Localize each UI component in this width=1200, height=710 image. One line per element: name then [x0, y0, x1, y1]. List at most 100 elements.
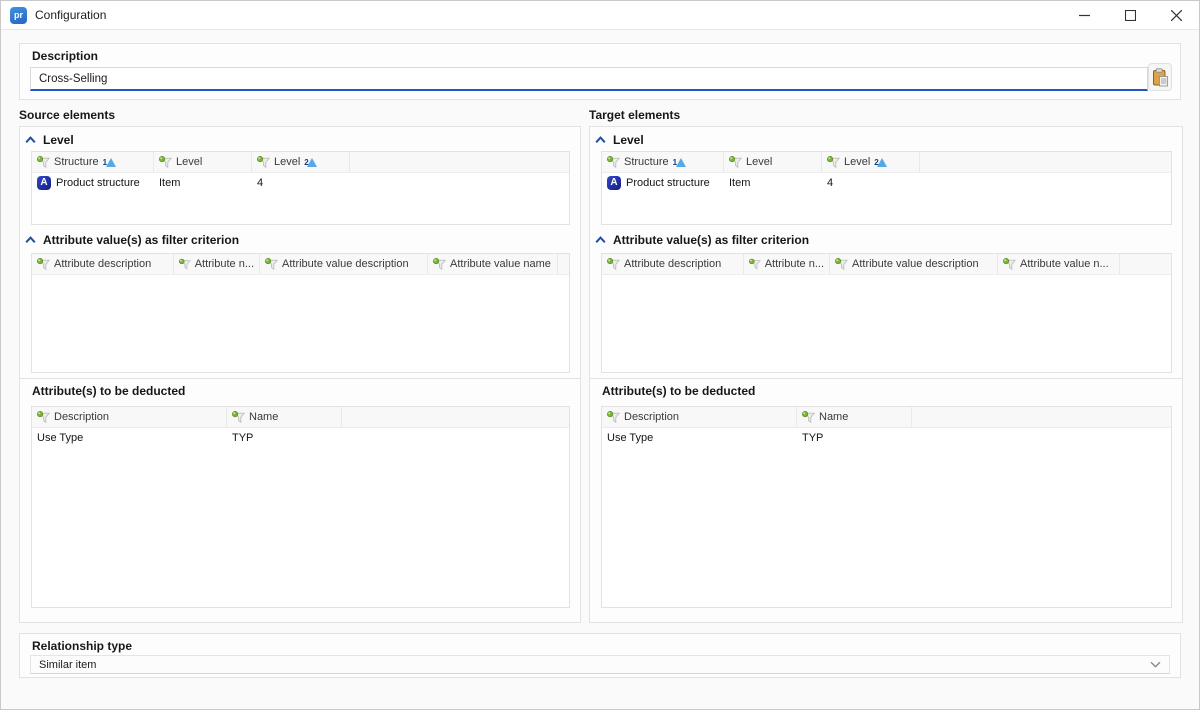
table-row[interactable]: Use Type TYP — [602, 428, 1171, 447]
column-header-level-number[interactable]: Level 2 — [822, 152, 920, 172]
source-deducted-table: Description Name Use Type TYP — [31, 406, 570, 608]
clipboard-paste-icon — [1152, 68, 1169, 87]
table-header-row: Structure 1 Level Level 2 — [602, 152, 1171, 173]
description-group: Description — [19, 43, 1181, 100]
target-deducted-label: Attribute(s) to be deducted — [602, 384, 755, 398]
column-header-label: Level — [746, 156, 772, 168]
column-header-level[interactable]: Level — [724, 152, 822, 172]
sort-ascending-icon: 2 — [877, 158, 887, 167]
source-filter-section-header[interactable]: Attribute value(s) as filter criterion — [25, 233, 239, 247]
cell-structure: Product structure — [626, 177, 710, 189]
column-header-description[interactable]: Description — [32, 407, 227, 427]
column-header-attribute-description[interactable]: Attribute description — [602, 254, 744, 274]
filter-funnel-icon[interactable] — [433, 258, 446, 271]
section-separator — [20, 378, 580, 379]
relationship-type-select[interactable]: Similar item — [30, 655, 1170, 674]
maximize-button[interactable] — [1107, 1, 1153, 29]
column-header-label: Attribute n... — [765, 258, 824, 270]
chevron-down-icon — [1150, 661, 1161, 668]
table-header-row: Attribute description Attribute n... Att… — [602, 254, 1171, 275]
source-filter-table: Attribute description Attribute n... Att… — [31, 253, 570, 373]
target-deducted-table: Description Name Use Type TYP — [601, 406, 1172, 608]
sort-ascending-icon: 1 — [106, 158, 116, 167]
column-header-structure[interactable]: Structure 1 — [602, 152, 724, 172]
filter-funnel-icon[interactable] — [232, 411, 245, 424]
filter-funnel-icon[interactable] — [729, 156, 742, 169]
column-header-filler — [342, 407, 569, 427]
filter-funnel-icon[interactable] — [37, 258, 50, 271]
column-header-filler — [1120, 254, 1171, 274]
column-header-level[interactable]: Level — [154, 152, 252, 172]
column-header-filler — [350, 152, 569, 172]
sort-ascending-icon: 2 — [307, 158, 317, 167]
filter-funnel-icon[interactable] — [835, 258, 848, 271]
source-elements-label: Source elements — [19, 108, 115, 122]
paste-button[interactable] — [1148, 63, 1172, 91]
filter-funnel-icon[interactable] — [179, 258, 191, 271]
column-header-label: Description — [624, 411, 679, 423]
column-header-filler — [558, 254, 569, 274]
column-header-filler — [920, 152, 1171, 172]
table-row[interactable]: AProduct structure Item 4 — [602, 173, 1171, 192]
minimize-button[interactable] — [1061, 1, 1107, 29]
column-header-label: Structure — [54, 156, 99, 168]
section-title: Level — [43, 133, 74, 147]
cell-description: Use Type — [602, 432, 797, 444]
chevron-up-icon — [595, 136, 606, 144]
filter-funnel-icon[interactable] — [37, 411, 50, 424]
filter-funnel-icon[interactable] — [1003, 258, 1016, 271]
table-header-row: Attribute description Attribute n... Att… — [32, 254, 569, 275]
filter-funnel-icon[interactable] — [265, 258, 278, 271]
table-row[interactable]: Use Type TYP — [32, 428, 569, 447]
column-header-label: Name — [819, 411, 848, 423]
filter-funnel-icon[interactable] — [749, 258, 761, 271]
filter-funnel-icon[interactable] — [607, 258, 620, 271]
section-separator — [590, 378, 1182, 379]
source-elements-panel: Level Structure 1 Level Level 2 — [19, 126, 581, 623]
column-header-description[interactable]: Description — [602, 407, 797, 427]
column-header-attribute-value-name[interactable]: Attribute value n... — [998, 254, 1120, 274]
column-header-structure[interactable]: Structure 1 — [32, 152, 154, 172]
app-icon: pr — [10, 7, 27, 24]
close-button[interactable] — [1153, 1, 1199, 29]
column-header-label: Attribute description — [54, 258, 151, 270]
filter-funnel-icon[interactable] — [607, 411, 620, 424]
structure-badge-icon: A — [37, 176, 51, 190]
cell-structure: Product structure — [56, 177, 140, 189]
filter-funnel-icon[interactable] — [159, 156, 172, 169]
target-filter-section-header[interactable]: Attribute value(s) as filter criterion — [595, 233, 809, 247]
filter-funnel-icon[interactable] — [257, 156, 270, 169]
window-controls — [1061, 1, 1199, 29]
column-header-label: Attribute n... — [195, 258, 254, 270]
cell-name: TYP — [797, 432, 912, 444]
cell-description: Use Type — [32, 432, 227, 444]
relationship-type-value: Similar item — [39, 659, 96, 671]
column-header-level-number[interactable]: Level 2 — [252, 152, 350, 172]
column-header-attribute-name[interactable]: Attribute n... — [744, 254, 830, 274]
title-bar: pr Configuration — [1, 1, 1199, 30]
filter-funnel-icon[interactable] — [607, 156, 620, 169]
table-row[interactable]: AProduct structure Item 4 — [32, 173, 569, 192]
target-level-section-header[interactable]: Level — [595, 133, 644, 147]
column-header-attribute-name[interactable]: Attribute n... — [174, 254, 260, 274]
cell-level-number: 4 — [822, 177, 920, 189]
filter-funnel-icon[interactable] — [827, 156, 840, 169]
column-header-attribute-value-description[interactable]: Attribute value description — [260, 254, 428, 274]
column-header-label: Level — [176, 156, 202, 168]
source-level-section-header[interactable]: Level — [25, 133, 74, 147]
column-header-attribute-description[interactable]: Attribute description — [32, 254, 174, 274]
target-level-table: Structure 1 Level Level 2 AProduct struc… — [601, 151, 1172, 225]
table-header-row: Structure 1 Level Level 2 — [32, 152, 569, 173]
column-header-label: Attribute value description — [852, 258, 979, 270]
column-header-name[interactable]: Name — [227, 407, 342, 427]
source-deducted-label: Attribute(s) to be deducted — [32, 384, 185, 398]
filter-funnel-icon[interactable] — [802, 411, 815, 424]
section-title: Attribute value(s) as filter criterion — [43, 233, 239, 247]
column-header-attribute-value-name[interactable]: Attribute value name — [428, 254, 558, 274]
description-input[interactable] — [30, 67, 1148, 91]
cell-level: Item — [154, 177, 252, 189]
column-header-label: Attribute description — [624, 258, 721, 270]
column-header-name[interactable]: Name — [797, 407, 912, 427]
filter-funnel-icon[interactable] — [37, 156, 50, 169]
column-header-attribute-value-description[interactable]: Attribute value description — [830, 254, 998, 274]
